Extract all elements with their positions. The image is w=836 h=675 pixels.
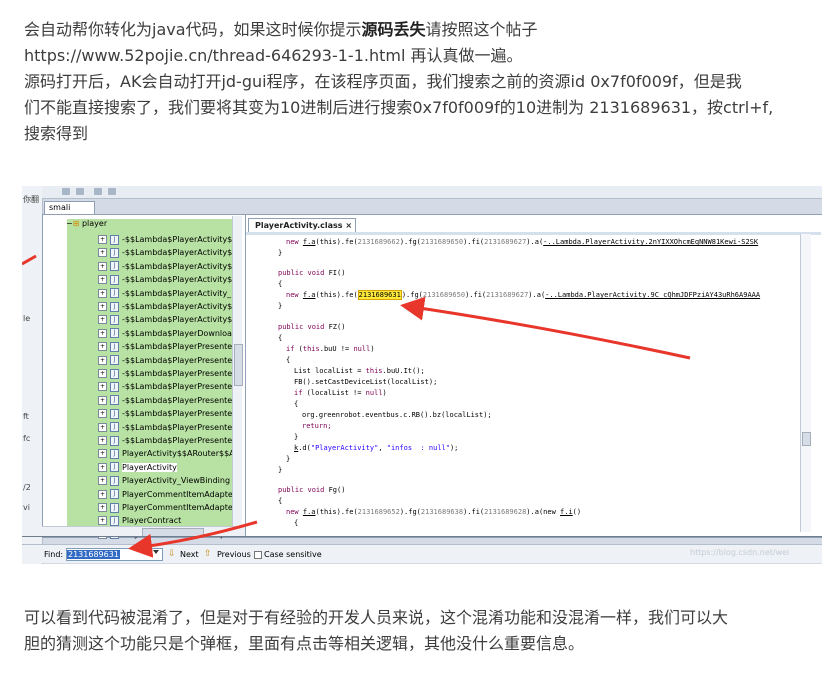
source-lost-bold: 源码丢失 xyxy=(361,20,426,39)
arrow-to-highlight xyxy=(400,296,691,360)
intro-line-1: 会自动帮你转化为java代码，如果这时候你提示源码丢失请按照这个帖子 xyxy=(24,20,538,39)
intro-line-5: 搜索得到 xyxy=(24,124,89,143)
arrow-to-find-input xyxy=(128,520,258,558)
arrow-left-edge xyxy=(22,254,37,266)
conclusion-line-1: 可以看到代码被混淆了，但是对于有经验的开发人员来说，这个混淆功能和没混淆一样，我… xyxy=(24,608,729,627)
annotation-arrows xyxy=(22,254,691,558)
intro-line-3: 源码打开后，AK会自动打开jd-gui程序，在该程序页面，我们搜索之前的资源id… xyxy=(24,72,742,91)
intro-line-4: 们不能直接搜索了，我们要将其变为10进制后进行搜索0x7f0f009f的10进制… xyxy=(24,98,774,117)
conclusion-paragraph: 可以看到代码被混淆了，但是对于有经验的开发人员来说，这个混淆功能和没混淆一样，我… xyxy=(24,605,824,657)
intro-line-2: https://www.52pojie.cn/thread-646293-1-1… xyxy=(24,46,523,65)
conclusion-line-2: 胆的猜测这个功能只是个弹框，里面有点击等相关逻辑，其他没什么重要信息。 xyxy=(24,634,585,653)
jd-gui-screenshot: 你翻 le ft fc /2 vi 翻 smali −⊞ player +J-$… xyxy=(22,186,822,564)
intro-paragraph: 会自动帮你转化为java代码，如果这时候你提示源码丢失请按照这个帖子 https… xyxy=(24,17,824,147)
